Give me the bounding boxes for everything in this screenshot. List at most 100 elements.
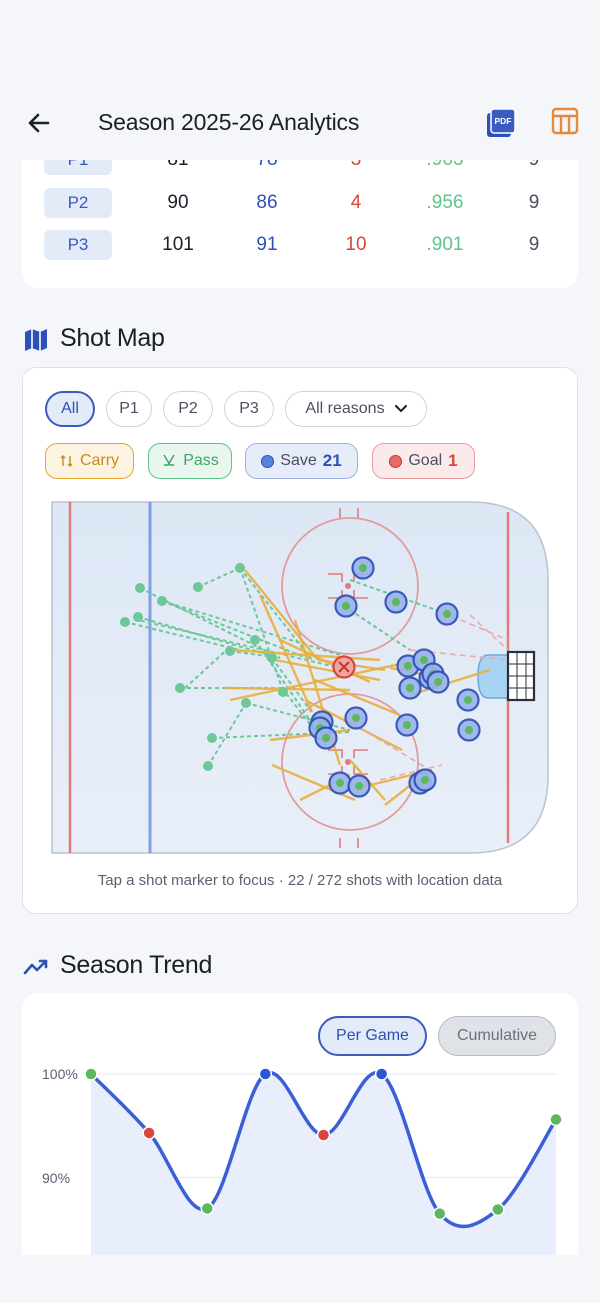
rink-diagram: [50, 500, 550, 855]
trend-point-7: [433, 1206, 447, 1221]
save-marker-center-5: [404, 662, 412, 670]
save-marker-center-14: [352, 714, 360, 722]
table-view-button[interactable]: [550, 106, 586, 142]
stat-cell-pct: .956: [426, 192, 464, 213]
pass-dot-8: [207, 733, 217, 743]
pass-dot-3: [120, 617, 130, 627]
pdf-badge-text: PDF: [495, 116, 512, 126]
save-marker-center-2: [342, 602, 350, 610]
save-marker-center-11: [464, 696, 472, 704]
back-button[interactable]: [20, 104, 58, 142]
filter-save[interactable]: Save 21: [245, 443, 358, 479]
period-label: P3: [44, 230, 112, 260]
pass-dot-12: [267, 653, 277, 663]
save-count: 21: [322, 451, 342, 470]
pass-label: Pass: [183, 452, 219, 469]
pass-dot-1: [135, 583, 145, 593]
pass-dot-5: [193, 582, 203, 592]
rink-surface: [51, 501, 549, 854]
pass-dot-13: [278, 687, 288, 697]
filter-pass[interactable]: Pass: [148, 443, 232, 479]
goal-dot-icon: [389, 454, 403, 468]
goal-crease: [477, 654, 509, 699]
filter-carry[interactable]: Carry: [45, 443, 134, 479]
stat-row-p3: P3 101 91 10 .901 9: [22, 230, 578, 264]
trend-point-4: [258, 1067, 273, 1081]
trend-point-3: [200, 1201, 214, 1216]
toggle-cumulative-label: Cumulative: [456, 1027, 538, 1044]
save-marker-center-10: [434, 678, 442, 686]
save-marker-center-1: [359, 564, 367, 572]
faceoff-dot-1: [345, 583, 351, 589]
page-title: Season 2025-26 Analytics: [98, 109, 360, 135]
goal-count: 1: [448, 451, 458, 470]
filter-goal[interactable]: Goal 1: [372, 443, 475, 479]
stat-cell-pct: .901: [426, 234, 464, 255]
hockey-sticks-icon: [163, 454, 175, 466]
stat-cell-shots: 101: [162, 234, 194, 255]
stat-cell-saves: 91: [256, 234, 278, 255]
pass-dot-10: [225, 646, 235, 656]
chip-all[interactable]: All: [45, 391, 95, 427]
trend-point-6: [374, 1067, 389, 1081]
save-marker-center-19: [355, 782, 363, 790]
save-marker-center-17: [403, 721, 411, 729]
app-header: Season 2025-26 Analytics PDF: [0, 0, 600, 160]
pass-dot-2: [133, 612, 143, 622]
reason-select[interactable]: All reasons: [285, 391, 427, 427]
table-icon: [551, 107, 579, 135]
chip-all-label: All: [61, 400, 79, 417]
pass-dot-11: [250, 635, 260, 645]
trend-area: [91, 1072, 556, 1255]
carry-label: Carry: [79, 452, 120, 469]
save-marker-center-4: [443, 610, 451, 618]
reason-select-label: All reasons: [305, 400, 385, 417]
trend-point-5: [316, 1128, 331, 1142]
chevron-down-icon: [394, 405, 407, 413]
pdf-icon: PDF: [487, 108, 516, 137]
save-marker-center-3: [392, 598, 400, 606]
chip-p2[interactable]: P2: [163, 391, 213, 427]
save-label: Save: [280, 452, 317, 469]
save-marker-center-6: [420, 656, 428, 664]
stat-cell-shots: 90: [167, 192, 189, 213]
stat-cell-gp: 9: [528, 234, 540, 255]
trend-point-9: [549, 1112, 563, 1127]
toggle-per-game-label: Per Game: [336, 1027, 409, 1044]
arrow-left-icon: [28, 113, 50, 133]
pass-dot-14: [241, 698, 251, 708]
stat-cell-goals: 4: [350, 192, 362, 213]
pass-dot-7: [175, 683, 185, 693]
rink-svg: [51, 501, 549, 854]
season-trend-title: Season Trend: [60, 951, 213, 979]
pass-dot-9: [203, 761, 213, 771]
save-dot-icon: [261, 454, 275, 468]
carry-icon: [60, 455, 73, 467]
season-trend-chart: [84, 1067, 563, 1255]
shot-map-title: Shot Map: [60, 324, 165, 352]
goal-label: Goal: [408, 452, 443, 469]
stat-cell-goals: 10: [345, 234, 367, 255]
faceoff-dot-2: [345, 759, 351, 765]
chip-p2-label: P2: [178, 400, 198, 417]
save-marker-center-16: [322, 734, 330, 742]
save-marker-center-12: [465, 726, 473, 734]
save-marker-center-21: [421, 776, 429, 784]
chip-p1-label: P1: [119, 400, 139, 417]
trend-point-1: [84, 1067, 98, 1081]
save-marker-center-18: [336, 779, 344, 787]
stat-cell-gp: 9: [528, 192, 540, 213]
trend-up-icon: [23, 959, 48, 975]
export-pdf-button[interactable]: PDF: [484, 106, 520, 142]
save-marker-center-7: [406, 684, 414, 692]
shot-map-caption: Tap a shot marker to focus · 22 / 272 sh…: [97, 872, 503, 889]
map-icon: [25, 329, 47, 351]
stat-cell-saves: 86: [256, 192, 278, 213]
chip-p3[interactable]: P3: [224, 391, 274, 427]
stat-row-p2: P2 90 86 4 .956 9: [22, 188, 578, 222]
chip-p1[interactable]: P1: [106, 391, 152, 427]
trend-point-2: [142, 1126, 156, 1140]
chip-p3-label: P3: [239, 400, 259, 417]
trend-point-8: [491, 1202, 505, 1217]
pass-dot-4: [157, 596, 167, 606]
